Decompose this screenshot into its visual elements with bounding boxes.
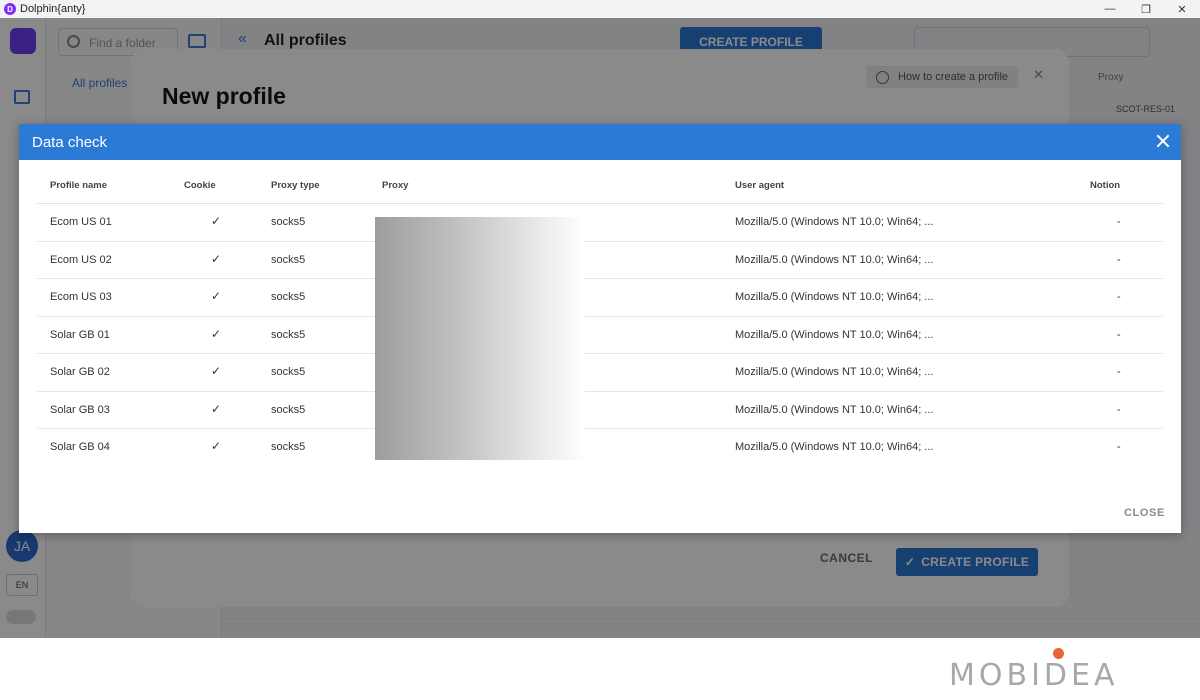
profile-name: Solar GB 03 (50, 403, 110, 416)
cookie-check-icon: ✓ (211, 439, 222, 453)
cookie-check-icon: ✓ (211, 251, 222, 266)
table-header: Profile name Cookie Proxy type Proxy Use… (37, 168, 1163, 204)
notion: - (1117, 253, 1121, 266)
col-profile-name: Profile name (50, 180, 108, 191)
table-row: Ecom US 01 ✓ socks5 Mozilla/5.0 (Windows… (37, 204, 1163, 242)
profile-name: Solar GB 02 (50, 366, 110, 378)
proxy-type: socks5 (271, 253, 306, 266)
profile-name: Ecom US 02 (50, 253, 112, 266)
data-check-modal: Data check Profile name Cookie Proxy typ… (19, 124, 1181, 533)
cookie-check-icon: ✓ (211, 364, 222, 378)
user-agent: Mozilla/5.0 (Windows NT 10.0; Win64; ... (735, 216, 934, 228)
cookie-check-icon: ✓ (211, 214, 222, 228)
proxy-type: socks5 (271, 366, 306, 378)
notion: - (1117, 291, 1121, 303)
col-user-agent: User agent (735, 180, 785, 191)
col-cookie: Cookie (184, 180, 216, 191)
user-agent: Mozilla/5.0 (Windows NT 10.0; Win64; ... (735, 253, 934, 266)
notion: - (1117, 328, 1121, 341)
table-row: Solar GB 01 ✓ socks5 Mozilla/5.0 (Window… (37, 317, 1163, 354)
notion: - (1117, 216, 1121, 228)
table-row: Ecom US 03 ✓ socks5 Mozilla/5.0 (Windows… (37, 279, 1163, 317)
window-title: Dolphin{anty} (20, 3, 86, 15)
close-button[interactable]: CLOSE (1124, 507, 1165, 519)
profile-name: Ecom US 03 (50, 291, 112, 303)
close-icon[interactable]: ✕ (1164, 0, 1200, 18)
window-titlebar: D Dolphin{anty} — ❐ ✕ (0, 0, 1200, 18)
col-proxy-type: Proxy type (271, 180, 320, 191)
notion: - (1117, 403, 1121, 416)
profile-name: Solar GB 01 (50, 328, 110, 341)
user-agent: Mozilla/5.0 (Windows NT 10.0; Win64; ... (735, 441, 934, 453)
notion: - (1117, 441, 1121, 453)
proxy-type: socks5 (271, 216, 306, 228)
col-notion: Notion (1090, 180, 1121, 191)
user-agent: Mozilla/5.0 (Windows NT 10.0; Win64; ... (735, 291, 934, 303)
proxy-type: socks5 (271, 328, 306, 341)
col-proxy: Proxy (382, 180, 409, 191)
modal-title: Data check (32, 134, 108, 151)
table-row: Solar GB 04 ✓ socks5 Mozilla/5.0 (Window… (37, 429, 1163, 467)
profile-name: Solar GB 04 (50, 441, 110, 453)
user-agent: Mozilla/5.0 (Windows NT 10.0; Win64; ... (735, 366, 934, 378)
modal-header: Data check (19, 124, 1181, 160)
table-row: Ecom US 02 ✓ socks5 Mozilla/5.0 (Windows… (37, 242, 1163, 279)
user-agent: Mozilla/5.0 (Windows NT 10.0; Win64; ... (735, 403, 934, 416)
window-controls: — ❐ ✕ (1092, 0, 1200, 18)
cookie-check-icon: ✓ (211, 326, 222, 341)
user-agent: Mozilla/5.0 (Windows NT 10.0; Win64; ... (735, 328, 934, 341)
maximize-icon[interactable]: ❐ (1128, 0, 1164, 18)
app-logo-icon: D (4, 3, 16, 15)
profile-name: Ecom US 01 (50, 216, 112, 228)
watermark-logo: MOBIDEA (949, 658, 1119, 693)
table-row: Solar GB 03 ✓ socks5 Mozilla/5.0 (Window… (37, 392, 1163, 429)
close-icon[interactable] (1155, 133, 1171, 149)
cookie-check-icon: ✓ (211, 289, 222, 303)
notion: - (1117, 366, 1121, 378)
proxy-type: socks5 (271, 441, 306, 453)
cookie-check-icon: ✓ (211, 401, 222, 416)
proxy-type: socks5 (271, 403, 306, 416)
table-row: Solar GB 02 ✓ socks5 Mozilla/5.0 (Window… (37, 354, 1163, 392)
data-check-table: Profile name Cookie Proxy type Proxy Use… (37, 168, 1163, 467)
minimize-icon[interactable]: — (1092, 0, 1128, 18)
proxy-type: socks5 (271, 291, 306, 303)
proxy-redaction-blur (375, 217, 585, 460)
